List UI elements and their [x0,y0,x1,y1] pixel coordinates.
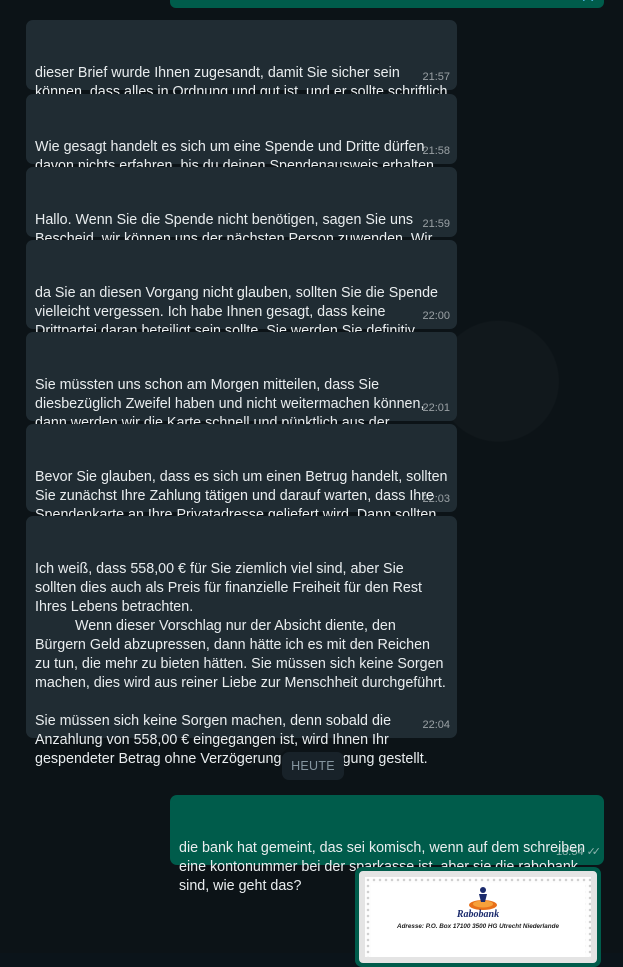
read-ticks-icon: ✓✓ [581,0,598,5]
incoming-message[interactable]: Ich weiß, dass 558,00 € für Sie ziemlich… [26,516,457,767]
incoming-message[interactable]: da Sie an diesen Vorgang nicht glauben, … [26,240,457,358]
message-time: 21:58 [422,145,450,157]
message-time: 21:59 [422,218,450,230]
message-paragraph: Wenn dieser Vorschlag nur der Absicht di… [35,618,448,691]
bank-name: Rabobank [456,909,500,920]
message-time: 22:01 [422,402,450,414]
rabobank-logo-icon [469,887,497,910]
incoming-message[interactable]: Sie müssten uns schon am Morgen mitteile… [26,332,457,450]
previous-outgoing-message[interactable]: ✓✓ [170,0,604,8]
delivered-ticks-icon: ✓✓ [586,846,602,858]
outgoing-image-message[interactable]: Rabobank Adresse: P.O. Box 17100 3500 HG… [355,867,601,967]
letter-content: Rabobank Adresse: P.O. Box 17100 3500 HG… [371,883,585,957]
incoming-message[interactable]: Bevor Sie glauben, dass es sich um einen… [26,424,457,542]
message-time: 18:54 [556,846,584,858]
message-meta: 18:54 ✓✓ [556,843,602,862]
message-text: Ich weiß, dass 558,00 € für Sie ziemlich… [35,560,448,769]
message-time: 22:00 [422,310,450,322]
message-paragraph: Sie müssen sich keine Sorgen machen, den… [35,713,428,767]
outgoing-message[interactable]: die bank hat gemeint, das sei komisch, w… [170,795,604,894]
message-time: 21:57 [422,71,450,83]
incoming-message[interactable]: Wie gesagt handelt es sich um eine Spend… [26,94,457,193]
message-time: 22:04 [422,719,450,731]
incoming-message[interactable]: dieser Brief wurde Ihnen zugesandt, dami… [26,20,457,119]
letter-image[interactable]: Rabobank Adresse: P.O. Box 17100 3500 HG… [359,871,597,963]
message-paragraph: Ich weiß, dass 558,00 € für Sie ziemlich… [35,561,426,615]
date-divider: HEUTE [282,752,344,780]
bank-address: Adresse: P.O. Box 17100 3500 HG Utrecht … [397,923,559,930]
message-time: 22:03 [422,493,450,505]
incoming-message[interactable]: Hallo. Wenn Sie die Spende nicht benötig… [26,167,457,266]
